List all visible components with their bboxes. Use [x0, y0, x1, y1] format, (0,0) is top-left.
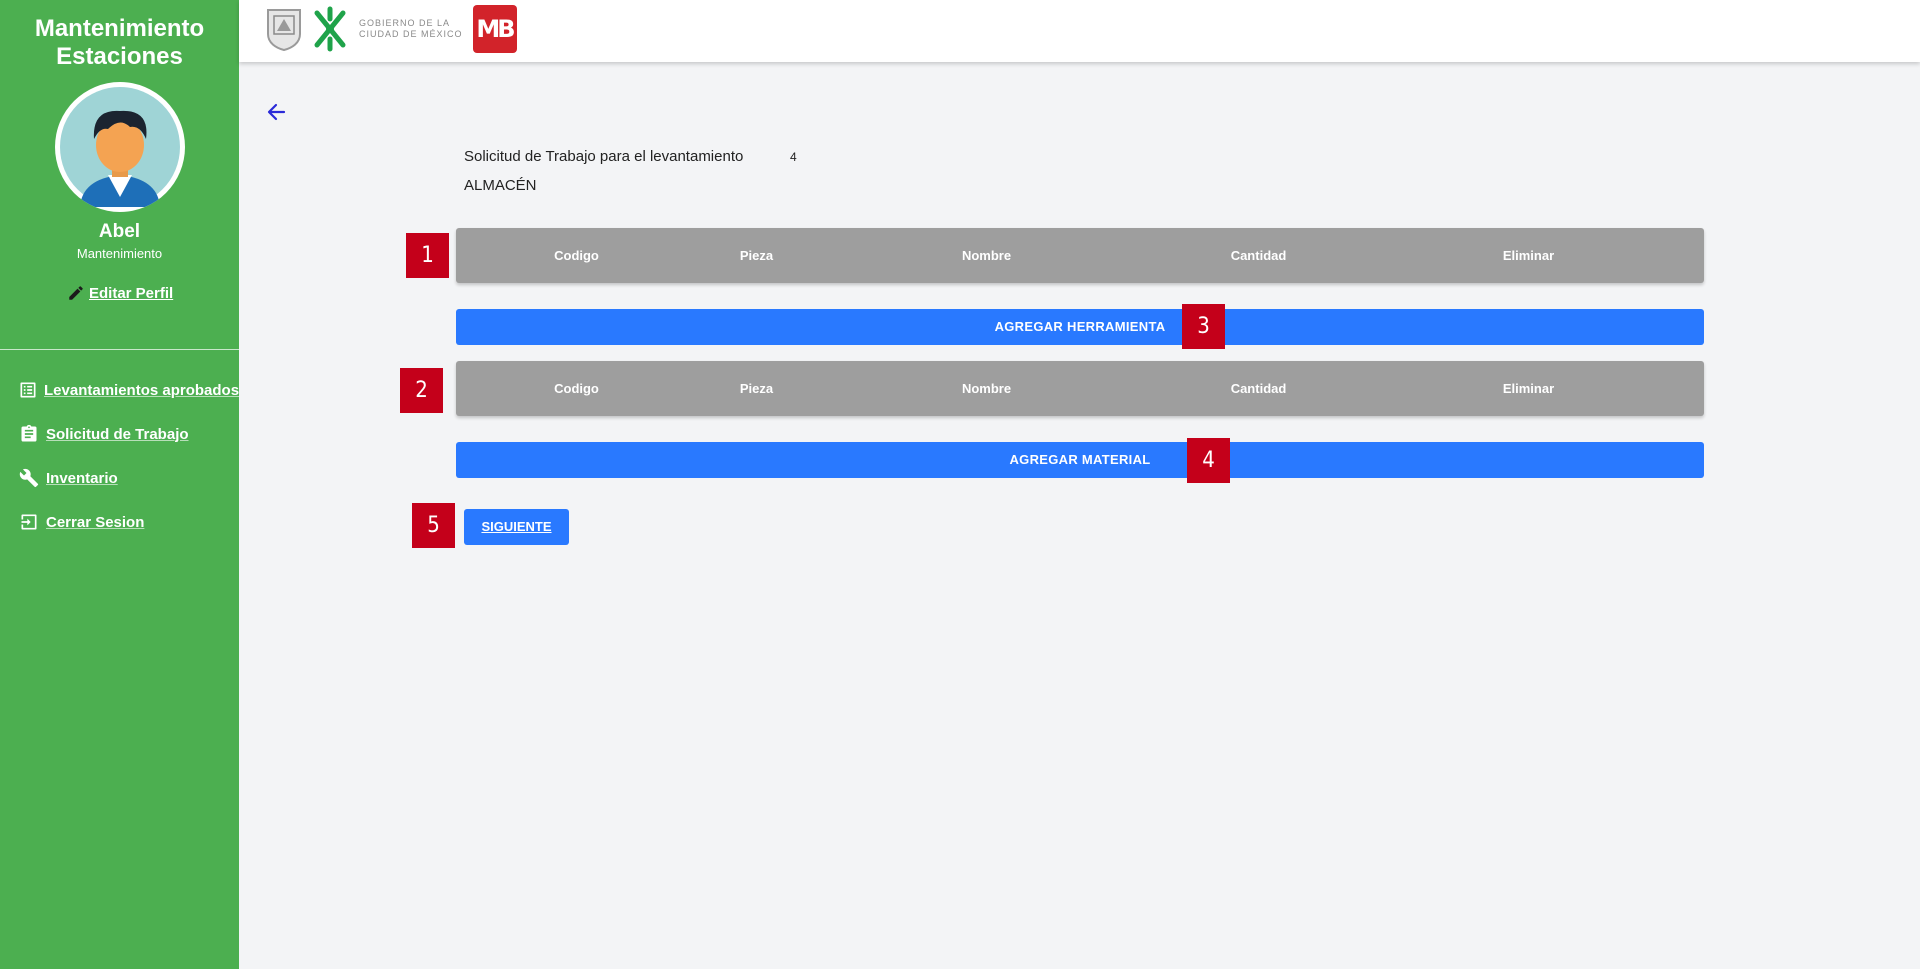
column-header-pieza: Pieza [739, 381, 774, 396]
edit-profile-link[interactable]: Editar Perfil [67, 284, 173, 302]
column-header-eliminar: Eliminar [1502, 381, 1555, 396]
sidebar-item-levantamientos[interactable]: Levantamientos aprobados [0, 368, 239, 412]
column-header-eliminar: Eliminar [1502, 248, 1555, 263]
column-header-nombre: Nombre [961, 248, 1012, 263]
wrench-icon [18, 467, 40, 489]
logout-icon [18, 511, 40, 533]
request-title: Solicitud de Trabajo para el levantamien… [464, 148, 744, 165]
header-logos: GOBIERNO DE LA CIUDAD DE MÉXICO MB [265, 5, 517, 53]
column-header-nombre: Nombre [961, 381, 1012, 396]
top-bar: GOBIERNO DE LA CIUDAD DE MÉXICO MB [239, 0, 1920, 62]
marker-4: 4 [1187, 438, 1230, 483]
sidebar-item-solicitud[interactable]: Solicitud de Trabajo [0, 412, 239, 456]
list-icon [18, 379, 38, 401]
sidebar-nav: Levantamientos aprobados Solicitud de Tr… [0, 368, 239, 544]
add-material-button[interactable]: AGREGAR MATERIAL [456, 442, 1704, 478]
pencil-icon [69, 286, 83, 300]
column-header-cantidad: Cantidad [1230, 381, 1287, 396]
request-number: 4 [790, 150, 797, 164]
sidebar: Mantenimiento Estaciones Abel Mantenimie… [0, 0, 239, 969]
clipboard-icon [18, 423, 40, 445]
next-button[interactable]: SIGUIENTE [464, 509, 569, 545]
user-role: Mantenimiento [76, 246, 163, 261]
avatar [55, 82, 185, 212]
add-tool-button[interactable]: AGREGAR HERRAMIENTA [456, 309, 1704, 345]
sidebar-item-inventario[interactable]: Inventario [0, 456, 239, 500]
tools-table-header: Codigo Pieza Nombre Cantidad Eliminar [456, 228, 1704, 283]
warehouse-label: ALMACÉN [464, 177, 537, 194]
marker-1: 1 [406, 233, 449, 278]
sidebar-divider [0, 349, 239, 350]
user-name: Abel [98, 221, 141, 242]
marker-5: 5 [412, 503, 455, 548]
column-header-codigo: Codigo [554, 248, 599, 263]
marker-2: 2 [400, 368, 443, 413]
cdmx-logo-icon [314, 6, 346, 52]
marker-3: 3 [1182, 304, 1225, 349]
user-avatar-icon [60, 87, 180, 207]
column-header-codigo: Codigo [554, 381, 599, 396]
column-header-pieza: Pieza [739, 248, 774, 263]
coat-of-arms-icon [267, 9, 301, 51]
materials-table-header: Codigo Pieza Nombre Cantidad Eliminar [456, 361, 1704, 416]
sidebar-item-cerrar-sesion[interactable]: Cerrar Sesion [0, 500, 239, 544]
metrobus-logo: MB [472, 5, 517, 53]
back-arrow-icon[interactable] [264, 101, 290, 123]
government-logo-text: GOBIERNO DE LA CIUDAD DE MÉXICO [359, 18, 463, 39]
column-header-cantidad: Cantidad [1230, 248, 1287, 263]
app-title: Mantenimiento Estaciones [34, 15, 205, 70]
